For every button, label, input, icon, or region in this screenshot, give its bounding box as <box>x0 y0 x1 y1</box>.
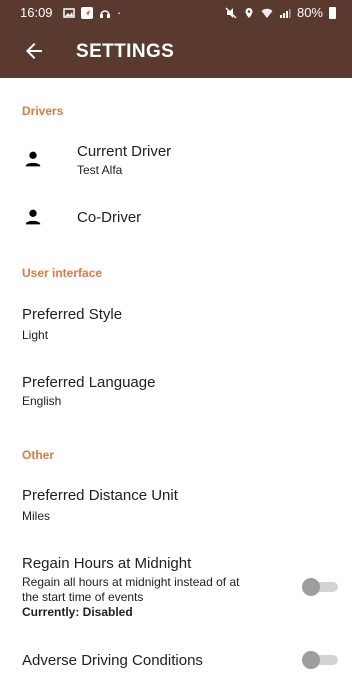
preferred-language-label: Preferred Language <box>22 374 156 391</box>
section-header-drivers: Drivers <box>22 104 64 118</box>
regain-hours-description-line2: the start time of events <box>22 590 144 604</box>
co-driver-label: Co-Driver <box>77 209 142 226</box>
adverse-driving-conditions-label: Adverse Driving Conditions <box>22 652 203 669</box>
wifi-icon <box>261 8 273 18</box>
more-notifications-dot: · <box>117 5 122 20</box>
regain-hours-description-line1: Regain all hours at midnight instead of … <box>22 575 240 589</box>
regain-hours-toggle[interactable] <box>302 578 338 596</box>
headset-notification-icon <box>100 9 110 18</box>
image-notification-icon <box>63 7 75 18</box>
preferred-style-label: Preferred Style <box>22 306 123 323</box>
notification-icons: · <box>63 5 121 20</box>
battery-icon <box>329 6 336 19</box>
status-time: 16:09 <box>20 5 53 20</box>
app-notification-icon <box>81 6 93 19</box>
page-title: SETTINGS <box>76 41 175 62</box>
section-header-user-interface: User interface <box>22 266 103 280</box>
preferred-distance-unit-value: Miles <box>22 509 51 523</box>
preferred-style-value: Light <box>22 328 49 342</box>
mute-icon <box>225 6 237 19</box>
current-driver-label: Current Driver <box>77 143 172 160</box>
section-header-other: Other <box>22 448 55 462</box>
person-icon <box>25 209 41 225</box>
current-driver-value: Test Alfa <box>77 163 123 177</box>
regain-hours-label: Regain Hours at Midnight <box>22 555 192 572</box>
preferred-language-value: English <box>22 394 62 408</box>
status-bar: 16:09 · 80% <box>0 0 352 24</box>
battery-percent: 80% <box>296 5 323 20</box>
regain-hours-status: Currently: Disabled <box>22 605 133 619</box>
app-bar: SETTINGS <box>0 24 352 78</box>
back-arrow-icon[interactable] <box>22 39 46 63</box>
person-icon <box>25 151 41 167</box>
toggle-thumb <box>302 578 320 596</box>
adverse-driving-conditions-toggle[interactable] <box>302 651 338 669</box>
toggle-thumb <box>302 651 320 669</box>
system-icons: 80% <box>225 5 336 20</box>
preferred-distance-unit-label: Preferred Distance Unit <box>22 487 178 504</box>
location-icon <box>245 7 253 18</box>
signal-icon <box>279 8 291 18</box>
